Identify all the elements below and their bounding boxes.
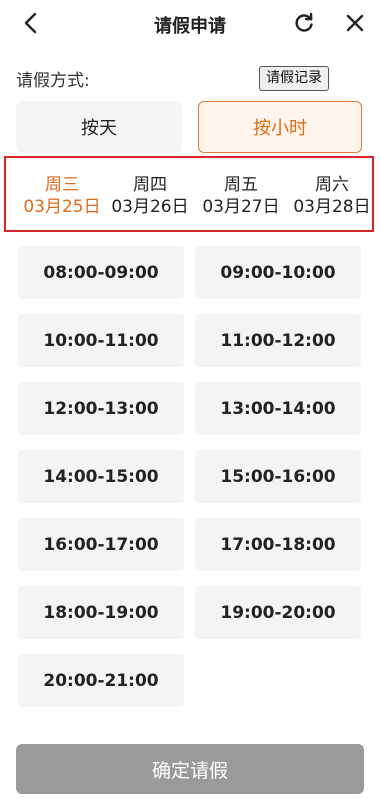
- weekday-label: 周六: [315, 175, 349, 195]
- time-slot[interactable]: 18:00-19:00: [18, 586, 184, 639]
- weekday-label: 周四: [133, 175, 167, 195]
- weekday-label: 周五: [224, 175, 258, 195]
- weekday-label: 周三: [45, 175, 79, 195]
- time-slot[interactable]: 11:00-12:00: [195, 314, 361, 367]
- date-option-selected[interactable]: 周三 03月25日: [16, 174, 108, 218]
- confirm-leave-button[interactable]: 确定请假: [16, 744, 364, 794]
- time-slot[interactable]: 14:00-15:00: [18, 450, 184, 503]
- date-option[interactable]: 周五 03月27日: [195, 174, 287, 218]
- time-slot[interactable]: 20:00-21:00: [18, 654, 184, 707]
- date-option[interactable]: 周四 03月26日: [104, 174, 196, 218]
- page-title: 请假申请: [154, 16, 226, 37]
- date-label: 03月27日: [202, 197, 280, 217]
- header-bar: 请假申请: [0, 0, 380, 50]
- time-slot[interactable]: 15:00-16:00: [195, 450, 361, 503]
- time-slot[interactable]: 16:00-17:00: [18, 518, 184, 571]
- leave-records-button[interactable]: 请假记录: [259, 66, 329, 91]
- date-label: 03月25日: [23, 197, 101, 217]
- time-slot[interactable]: 09:00-10:00: [195, 246, 361, 299]
- date-selector: 周三 03月25日 周四 03月26日 周五 03月27日 周六 03月28日: [4, 156, 374, 232]
- chevron-left-icon: [21, 12, 41, 38]
- refresh-button[interactable]: [291, 12, 317, 38]
- refresh-icon: [293, 12, 315, 38]
- time-slot[interactable]: 12:00-13:00: [18, 382, 184, 435]
- date-option[interactable]: 周六 03月28日: [286, 174, 372, 218]
- close-button[interactable]: [342, 12, 368, 38]
- time-slot[interactable]: 19:00-20:00: [195, 586, 361, 639]
- time-slot[interactable]: 08:00-09:00: [18, 246, 184, 299]
- mode-by-day-button[interactable]: 按天: [16, 101, 182, 153]
- back-button[interactable]: [18, 12, 44, 38]
- close-icon: [345, 13, 365, 37]
- date-label: 03月28日: [293, 197, 371, 217]
- leave-method-label: 请假方式:: [16, 71, 90, 91]
- time-slot[interactable]: 13:00-14:00: [195, 382, 361, 435]
- mode-by-hour-button[interactable]: 按小时: [198, 101, 362, 153]
- time-slot[interactable]: 17:00-18:00: [195, 518, 361, 571]
- date-label: 03月26日: [111, 197, 189, 217]
- time-slot[interactable]: 10:00-11:00: [18, 314, 184, 367]
- next-date-peek: [372, 192, 374, 204]
